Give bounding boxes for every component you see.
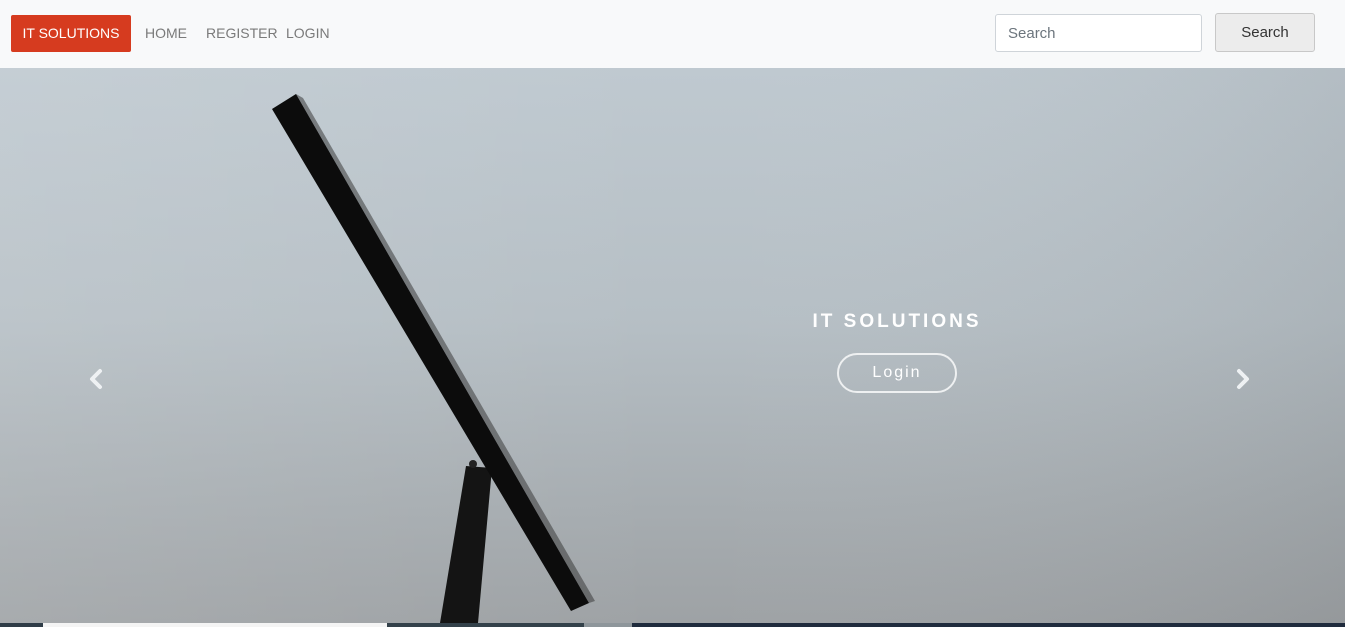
carousel-next-button[interactable] [1228,364,1258,394]
nav-link-home[interactable]: HOME [145,15,187,52]
hero-carousel: IT SOLUTIONS Login [0,68,1345,623]
hero-caption: IT SOLUTIONS Login [797,310,997,393]
chevron-right-icon [1237,369,1249,389]
top-navbar: IT SOLUTIONS HOME REGISTER LOGIN Search [0,0,1345,68]
brand-button[interactable]: IT SOLUTIONS [11,15,131,52]
search-button[interactable]: Search [1215,13,1315,52]
strip-segment [584,623,632,627]
next-section-preview [0,623,1345,627]
nav-link-login[interactable]: LOGIN [286,15,330,52]
strip-segment [632,623,1345,627]
search-input[interactable] [995,14,1202,52]
strip-segment [0,623,43,627]
chevron-left-icon [90,369,102,389]
carousel-prev-button[interactable] [81,364,111,394]
nav-link-register[interactable]: REGISTER [206,15,278,52]
strip-segment [387,623,584,627]
strip-segment [43,623,387,627]
hero-title: IT SOLUTIONS [812,311,982,332]
hero-background-image [0,68,1345,623]
hero-login-button[interactable]: Login [837,353,957,393]
